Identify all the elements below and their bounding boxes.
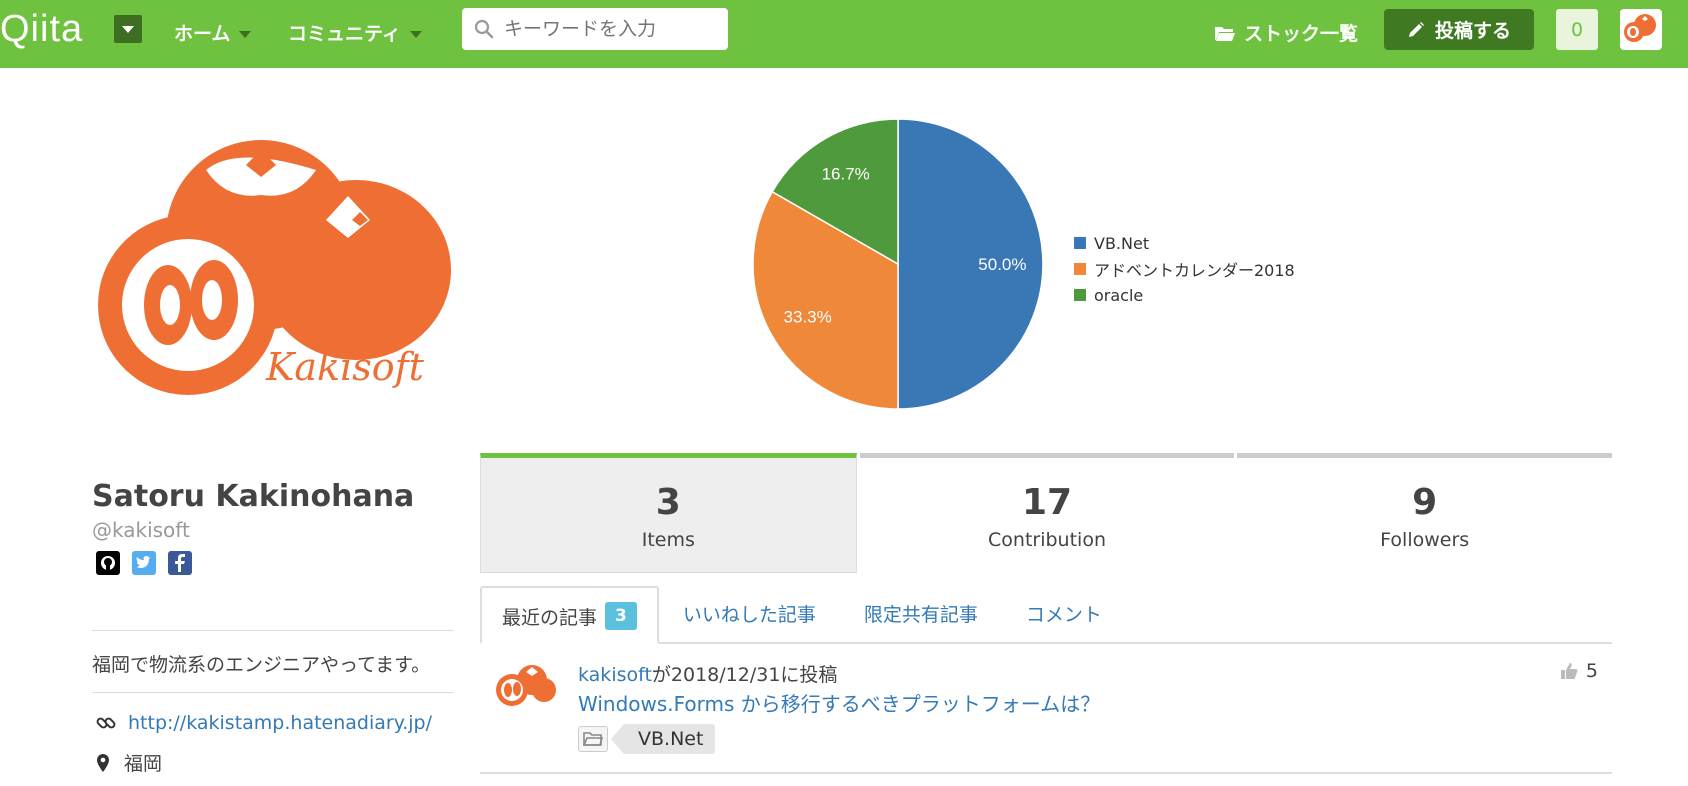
legend-item[interactable]: oracle xyxy=(1074,282,1295,308)
nav-community[interactable]: コミュニティ xyxy=(288,19,422,46)
profile-divider xyxy=(92,692,454,693)
legend-item[interactable]: VB.Net xyxy=(1074,230,1295,256)
stat-followers-label: Followers xyxy=(1380,529,1470,551)
logo-dropdown-button[interactable] xyxy=(114,15,142,43)
stat-contribution-value: 17 xyxy=(1021,482,1073,523)
stat-contribution[interactable]: 17 Contribution xyxy=(859,453,1235,573)
stat-items[interactable]: 3 Items xyxy=(480,453,857,573)
article-tags: VB.Net xyxy=(578,724,716,754)
user-name: Satoru Kakinohana xyxy=(92,479,415,514)
article-meta: kakisoftが2018/12/31に投稿 xyxy=(578,660,837,687)
search-box[interactable] xyxy=(462,8,728,50)
user-bio: 福岡で物流系のエンジニアやってます。 xyxy=(92,654,431,676)
nav-community-label: コミュニティ xyxy=(288,23,401,45)
article-tag[interactable]: VB.Net xyxy=(610,724,716,754)
article-tabs: 最近の記事 3 いいねした記事 限定共有記事 コメント xyxy=(480,585,1612,644)
website-row: http://kakistamp.hatenadiary.jp/ xyxy=(96,712,432,734)
website-link[interactable]: http://kakistamp.hatenadiary.jp/ xyxy=(128,712,432,734)
stat-items-value: 3 xyxy=(655,482,681,523)
kakisoft-avatar-icon xyxy=(1624,14,1656,42)
legend-label: VB.Net xyxy=(1094,233,1150,253)
article-likes-count: 5 xyxy=(1585,660,1598,682)
profile-image: Kakisoft xyxy=(98,140,451,395)
stat-items-label: Items xyxy=(641,529,695,551)
tag-folder-icon xyxy=(578,726,608,752)
legend-swatch xyxy=(1074,237,1086,249)
legend-label: アドベントカレンダー2018 xyxy=(1094,261,1295,280)
stat-followers[interactable]: 9 Followers xyxy=(1237,453,1613,573)
user-menu-avatar[interactable] xyxy=(1620,9,1662,50)
location-row: 福岡 xyxy=(96,749,162,776)
qiita-logo[interactable]: Qiita xyxy=(0,8,83,51)
article-author-link[interactable]: kakisoft xyxy=(578,664,652,686)
article-likes: 5 xyxy=(1560,660,1598,682)
tab-recent-articles[interactable]: 最近の記事 3 xyxy=(480,586,659,644)
tab-recent-articles-label: 最近の記事 xyxy=(502,606,598,629)
chevron-down-icon xyxy=(409,30,422,38)
legend-swatch xyxy=(1074,289,1086,301)
tab-liked-articles[interactable]: いいねした記事 xyxy=(659,600,840,642)
map-marker-icon xyxy=(97,753,109,772)
nav-home-label: ホーム xyxy=(174,23,231,45)
article-post-date: が2018/12/31に投稿 xyxy=(651,664,838,686)
chart-legend: VB.Net アドベントカレンダー2018 oracle xyxy=(1074,230,1295,308)
stat-followers-value: 9 xyxy=(1412,482,1438,523)
stock-list-label: ストック一覧 xyxy=(1244,23,1359,45)
location-label: 福岡 xyxy=(124,753,163,775)
search-input[interactable] xyxy=(504,18,704,40)
nav-home[interactable]: ホーム xyxy=(174,19,252,46)
twitter-icon[interactable] xyxy=(132,551,156,575)
github-icon[interactable] xyxy=(96,551,120,575)
search-icon xyxy=(474,19,494,39)
author-avatar[interactable] xyxy=(492,660,556,716)
chevron-down-icon xyxy=(239,30,252,38)
top-navbar: Qiita ホーム コミュニティ ストック一覧 投稿する 0 xyxy=(0,0,1688,68)
post-button[interactable]: 投稿する xyxy=(1384,9,1534,50)
thumbs-up-icon xyxy=(1560,663,1578,679)
profile-logo-text: Kakisoft xyxy=(265,345,425,389)
article-title-link[interactable]: Windows.Forms から移行するべきプラットフォームは？ xyxy=(578,688,1100,717)
tab-limited-shared[interactable]: 限定共有記事 xyxy=(840,600,1002,642)
pie-slice-label: 50.0% xyxy=(978,255,1026,274)
notification-counter[interactable]: 0 xyxy=(1556,9,1598,50)
social-links xyxy=(96,551,192,575)
user-handle: @kakisoft xyxy=(92,518,190,542)
legend-swatch xyxy=(1074,263,1086,275)
folder-open-icon xyxy=(1215,26,1235,41)
pie-slice-label: 33.3% xyxy=(784,307,832,326)
legend-item[interactable]: アドベントカレンダー2018 xyxy=(1074,256,1295,282)
tab-comments[interactable]: コメント xyxy=(1002,600,1126,642)
post-button-label: 投稿する xyxy=(1434,20,1511,42)
stock-list-link[interactable]: ストック一覧 xyxy=(1214,19,1358,46)
link-icon xyxy=(96,717,116,729)
stats-bar: 3 Items 17 Contribution 9 Followers xyxy=(480,453,1613,573)
stat-contribution-label: Contribution xyxy=(988,529,1106,551)
facebook-icon[interactable] xyxy=(168,551,192,575)
article-list-item: kakisoftが2018/12/31に投稿 Windows.Forms から移… xyxy=(480,646,1612,774)
profile-divider xyxy=(92,630,454,631)
article-count-badge: 3 xyxy=(605,602,637,630)
legend-label: oracle xyxy=(1094,285,1144,305)
pie-slice-label: 16.7% xyxy=(822,165,870,184)
pencil-icon xyxy=(1408,21,1424,37)
